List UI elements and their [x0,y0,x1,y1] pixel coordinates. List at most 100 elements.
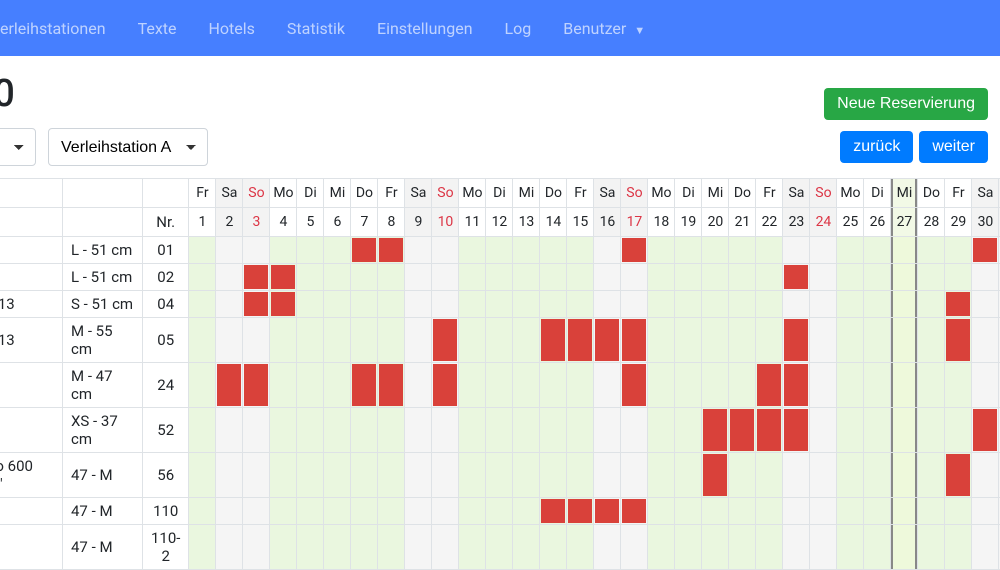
nav-hotels[interactable]: Hotels [197,11,267,46]
calendar-cell[interactable] [837,453,864,498]
calendar-cell[interactable] [675,291,702,318]
reservation-cell[interactable] [702,408,729,453]
calendar-cell[interactable] [891,453,918,498]
calendar-cell[interactable] [513,498,540,525]
calendar-cell[interactable] [513,408,540,453]
calendar-cell[interactable] [675,453,702,498]
new-reservation-button[interactable]: Neue Reservierung [824,88,988,120]
calendar-cell[interactable] [675,498,702,525]
calendar-cell[interactable] [405,318,432,363]
calendar-cell[interactable] [216,318,243,363]
calendar-cell[interactable] [243,453,270,498]
calendar-cell[interactable] [486,363,513,408]
reservation-cell[interactable] [243,291,270,318]
reservation-cell[interactable] [783,264,810,291]
calendar-cell[interactable] [810,264,837,291]
calendar-cell[interactable] [648,318,675,363]
calendar-cell[interactable] [486,408,513,453]
calendar-cell[interactable] [216,291,243,318]
calendar-cell[interactable] [297,264,324,291]
forward-button[interactable]: weiter [919,131,988,163]
calendar-cell[interactable] [540,363,567,408]
calendar-cell[interactable] [540,237,567,264]
calendar-cell[interactable] [729,525,756,570]
calendar-cell[interactable] [729,237,756,264]
calendar-cell[interactable] [189,291,216,318]
calendar-cell[interactable] [405,498,432,525]
calendar-cell[interactable] [756,237,783,264]
calendar-cell[interactable] [405,453,432,498]
filter-select-1[interactable]: en [0,128,36,166]
calendar-cell[interactable] [594,237,621,264]
calendar-cell[interactable] [729,453,756,498]
calendar-cell[interactable] [891,237,918,264]
reservation-cell[interactable] [621,363,648,408]
calendar-cell[interactable] [945,498,972,525]
calendar-cell[interactable] [837,291,864,318]
calendar-cell[interactable] [324,291,351,318]
calendar-cell[interactable] [459,237,486,264]
calendar-cell[interactable] [540,264,567,291]
calendar-cell[interactable] [756,291,783,318]
reservation-cell[interactable] [540,498,567,525]
calendar-cell[interactable] [972,318,999,363]
calendar-cell[interactable] [729,264,756,291]
reservation-cell[interactable] [702,453,729,498]
calendar-cell[interactable] [513,453,540,498]
calendar-cell[interactable] [189,525,216,570]
calendar-cell[interactable] [189,318,216,363]
calendar-cell[interactable] [378,525,405,570]
calendar-cell[interactable] [324,363,351,408]
reservation-cell[interactable] [270,291,297,318]
calendar-cell[interactable] [675,318,702,363]
calendar-cell[interactable] [864,453,891,498]
calendar-cell[interactable] [270,453,297,498]
calendar-cell[interactable] [216,525,243,570]
calendar-cell[interactable] [810,408,837,453]
reservation-cell[interactable] [621,237,648,264]
calendar-cell[interactable] [432,525,459,570]
calendar-cell[interactable] [648,453,675,498]
reservation-cell[interactable] [972,237,999,264]
calendar-cell[interactable] [405,363,432,408]
calendar-cell[interactable] [702,318,729,363]
reservation-cell[interactable] [378,237,405,264]
calendar-cell[interactable] [486,291,513,318]
reservation-cell[interactable] [432,318,459,363]
filter-select-2[interactable]: Verleihstation A [48,128,208,166]
calendar-cell[interactable] [702,498,729,525]
reservation-cell[interactable] [594,318,621,363]
calendar-cell[interactable] [783,237,810,264]
calendar-cell[interactable] [189,237,216,264]
calendar-cell[interactable] [513,291,540,318]
calendar-cell[interactable] [864,237,891,264]
calendar-cell[interactable] [729,498,756,525]
calendar-cell[interactable] [621,291,648,318]
calendar-cell[interactable] [243,498,270,525]
calendar-cell[interactable] [459,264,486,291]
calendar-cell[interactable] [540,453,567,498]
calendar-cell[interactable] [837,237,864,264]
calendar-cell[interactable] [972,498,999,525]
calendar-cell[interactable] [486,525,513,570]
calendar-cell[interactable] [486,264,513,291]
calendar-cell[interactable] [918,363,945,408]
calendar-cell[interactable] [270,498,297,525]
calendar-cell[interactable] [432,498,459,525]
calendar-cell[interactable] [648,363,675,408]
calendar-cell[interactable] [378,318,405,363]
calendar-cell[interactable] [756,525,783,570]
nav-verleihstationen[interactable]: erleihstationen [0,11,118,46]
calendar-cell[interactable] [891,525,918,570]
calendar-cell[interactable] [216,237,243,264]
calendar-cell[interactable] [540,408,567,453]
calendar-cell[interactable] [351,525,378,570]
reservation-cell[interactable] [756,408,783,453]
calendar-cell[interactable] [270,408,297,453]
calendar-cell[interactable] [567,291,594,318]
calendar-cell[interactable] [945,525,972,570]
reservation-cell[interactable] [432,363,459,408]
calendar-cell[interactable] [648,237,675,264]
calendar-cell[interactable] [702,525,729,570]
reservation-cell[interactable] [621,498,648,525]
